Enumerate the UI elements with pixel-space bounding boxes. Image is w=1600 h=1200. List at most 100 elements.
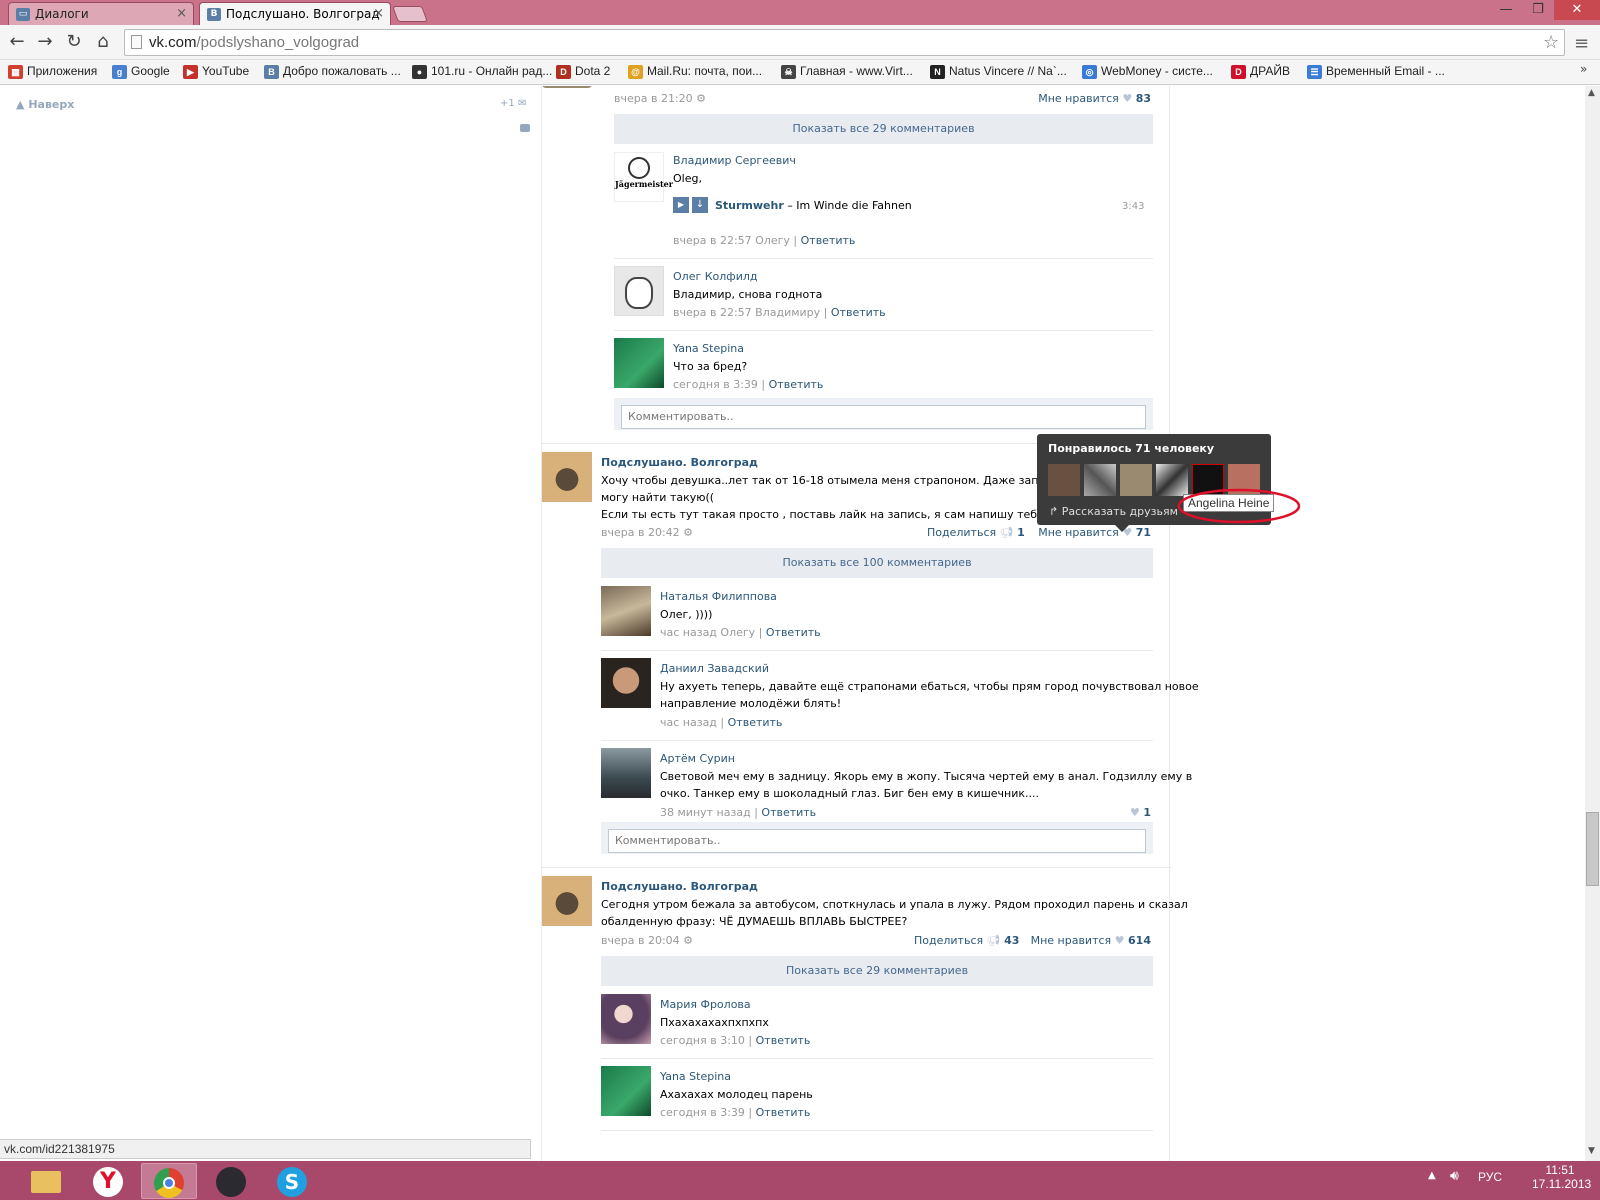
back-icon[interactable]: ← [6, 31, 28, 53]
reply-link[interactable]: Ответить [756, 1106, 811, 1119]
reply-link[interactable]: Ответить [766, 626, 821, 639]
comment-meta[interactable]: час назад Олегу [660, 626, 755, 639]
avatar[interactable]: Jägermeister [614, 152, 673, 202]
share-button[interactable]: Поделиться 📢︎ 43 [914, 934, 1019, 947]
star-icon[interactable]: ☆ [1543, 32, 1559, 53]
tab-podslushano[interactable]: В Подслушано. Волгоград × [199, 2, 391, 25]
show-all-comments-button[interactable]: Показать все 100 комментариев [601, 548, 1153, 578]
post-avatar[interactable] [542, 876, 592, 926]
address-bar[interactable]: vk.com/podslyshano_volgograd ☆ [124, 29, 1565, 56]
comment-like-button[interactable]: ♥ 1 [1130, 806, 1151, 819]
bookmark-item[interactable]: ☰ Временный Email - ... [1307, 64, 1445, 79]
scroll-up-arrow-icon[interactable]: ▲ [1588, 88, 1595, 98]
like-button[interactable]: Мне нравится ♥ 83 [1038, 92, 1151, 105]
bookmark-item[interactable]: В Добро пожаловать ... [264, 64, 401, 79]
bookmarks-overflow-icon[interactable]: » [1580, 62, 1587, 76]
reply-link[interactable]: Ответить [831, 306, 886, 319]
bookmark-item[interactable]: D Dota 2 [556, 64, 610, 79]
reply-link[interactable]: Ответить [756, 1034, 811, 1047]
post-author[interactable]: Подслушано. Волгоград [601, 456, 758, 469]
comment-input[interactable]: Комментировать.. [621, 405, 1146, 429]
post-date[interactable]: вчера в 21:20 ⚙ [614, 92, 706, 105]
bookmark-item[interactable]: ▶ YouTube [183, 64, 249, 79]
close-tab-icon[interactable]: × [373, 6, 384, 21]
avatar[interactable] [601, 1066, 651, 1116]
forward-icon[interactable]: → [34, 31, 56, 53]
post-avatar[interactable] [542, 452, 592, 502]
play-icon[interactable]: ▶ [673, 197, 689, 213]
avatar[interactable] [601, 748, 651, 798]
steam-icon[interactable] [203, 1163, 259, 1199]
comment-bubble-icon[interactable] [520, 124, 530, 132]
page-scrollbar[interactable]: ▲ ▼ [1585, 86, 1600, 1161]
avatar[interactable] [614, 266, 664, 316]
comment-author[interactable]: Мария Фролова [660, 998, 751, 1011]
language-indicator[interactable]: РУС [1478, 1170, 1502, 1184]
file-explorer-icon[interactable] [18, 1163, 74, 1199]
comment-author[interactable]: Даниил Завадский [660, 662, 769, 675]
comment-author[interactable]: Олег Колфилд [673, 270, 758, 283]
liker-avatar[interactable] [1120, 464, 1152, 496]
comment-input[interactable]: Комментировать.. [608, 829, 1146, 853]
bookmark-item[interactable]: ● 101.ru - Онлайн рад... [412, 64, 552, 79]
bookmark-item[interactable]: D ДРАЙВ [1231, 64, 1290, 79]
avatar[interactable] [614, 338, 664, 388]
track-artist[interactable]: Sturmwehr [715, 199, 784, 212]
comment-meta[interactable]: 38 минут назад [660, 806, 751, 819]
comment-author[interactable]: Владимир Сергеевич [673, 154, 796, 167]
post-date[interactable]: вчера в 20:04 ⚙ [601, 934, 693, 947]
restore-icon[interactable]: ❐ [1524, 0, 1552, 20]
comment-meta[interactable]: сегодня в 3:39 [660, 1106, 745, 1119]
share-to-friends-button[interactable]: ↱ Рассказать друзьям [1049, 505, 1178, 518]
bookmark-item[interactable]: ☠ Главная - www.Virt... [781, 64, 913, 79]
message-counter[interactable]: +1 ✉ [500, 98, 526, 109]
gear-icon[interactable]: ⚙ [696, 92, 706, 105]
like-button[interactable]: Мне нравится ♥ 71 [1038, 526, 1151, 539]
bookmark-item[interactable]: ▦ Приложения [8, 64, 97, 79]
scrollbar-thumb[interactable] [1586, 812, 1599, 886]
comment-author[interactable]: Наталья Филиппова [660, 590, 777, 603]
bookmark-item[interactable]: ◎ WebMoney - систе... [1082, 64, 1213, 79]
scroll-up-link[interactable]: ▲ Наверх [16, 98, 74, 111]
comment-author[interactable]: Yana Stepina [660, 1070, 731, 1083]
download-icon[interactable]: ↓ [692, 197, 708, 213]
clock[interactable]: 11:51 17.11.2013 [1532, 1163, 1591, 1191]
minimize-icon[interactable]: — [1492, 0, 1520, 20]
reload-icon[interactable]: ↻ [63, 31, 85, 53]
tab-dialogs[interactable]: ▭ Диалоги × [8, 2, 194, 25]
home-icon[interactable]: ⌂ [92, 31, 114, 53]
reply-link[interactable]: Ответить [761, 806, 816, 819]
menu-icon[interactable]: ≡ [1574, 33, 1589, 54]
comment-meta[interactable]: час назад [660, 716, 717, 729]
new-tab-button[interactable] [392, 6, 428, 22]
show-all-comments-button[interactable]: Показать все 29 комментариев [614, 114, 1153, 144]
likes-popup-title[interactable]: Понравилось 71 человеку [1048, 442, 1214, 455]
yandex-browser-icon[interactable]: Y [80, 1163, 136, 1199]
avatar[interactable] [601, 994, 651, 1044]
post-author[interactable]: Подслушано. Волгоград [601, 880, 758, 893]
comment-meta[interactable]: сегодня в 3:39 [673, 378, 758, 391]
gear-icon[interactable]: ⚙ [683, 526, 693, 539]
comment-meta[interactable]: вчера в 22:57 Владимиру [673, 306, 820, 319]
like-button[interactable]: Мне нравится ♥ 614 [1031, 934, 1151, 947]
share-button[interactable]: Поделиться 📢︎ 1 [927, 526, 1025, 539]
post-avatar[interactable] [542, 86, 592, 88]
comment-author[interactable]: Yana Stepina [673, 342, 744, 355]
skype-icon[interactable]: S [264, 1163, 320, 1199]
reply-link[interactable]: Ответить [801, 234, 856, 247]
bookmark-item[interactable]: N Natus Vincere // Na`... [930, 64, 1067, 79]
reply-link[interactable]: Ответить [769, 378, 824, 391]
post-date[interactable]: вчера в 20:42 ⚙ [601, 526, 693, 539]
liker-avatar[interactable] [1048, 464, 1080, 496]
comment-author[interactable]: Артём Сурин [660, 752, 735, 765]
avatar[interactable] [601, 658, 651, 708]
show-all-comments-button[interactable]: Показать все 29 комментариев [601, 956, 1153, 986]
chrome-icon[interactable] [141, 1163, 197, 1199]
avatar[interactable] [601, 586, 651, 636]
comment-meta[interactable]: сегодня в 3:10 [660, 1034, 745, 1047]
tray-arrow-icon[interactable]: ▲ [1428, 1170, 1436, 1181]
close-tab-icon[interactable]: × [176, 6, 187, 21]
liker-avatar[interactable] [1084, 464, 1116, 496]
scroll-down-arrow-icon[interactable]: ▼ [1588, 1146, 1595, 1156]
reply-link[interactable]: Ответить [728, 716, 783, 729]
